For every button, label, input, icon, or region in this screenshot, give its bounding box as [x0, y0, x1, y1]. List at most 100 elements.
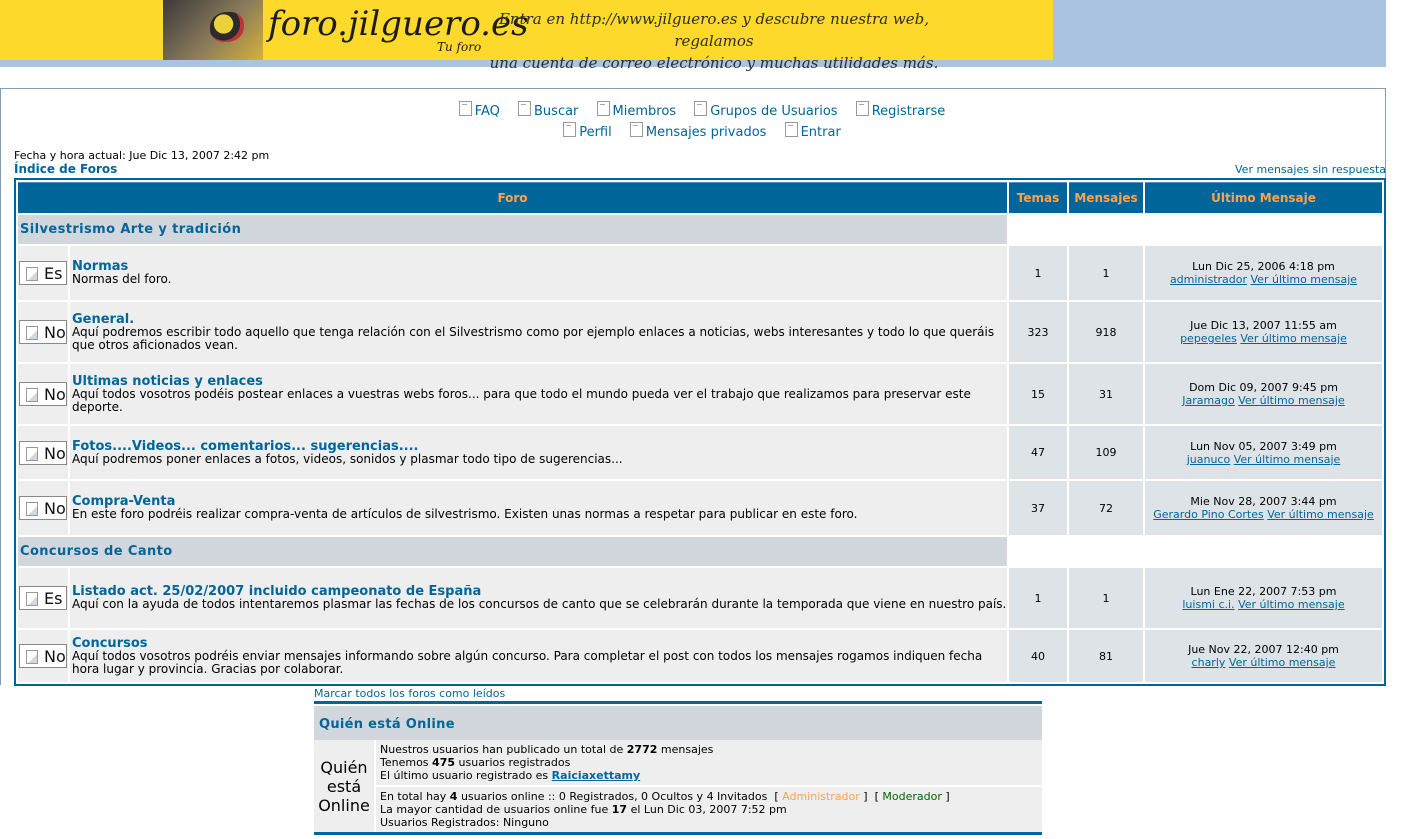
last-user-line: El último usuario registrado es Raiciaxe…	[380, 769, 1038, 782]
forum-posts-count: 1	[1069, 246, 1143, 300]
online-label: Quién está Online	[314, 740, 374, 832]
view-last-post-link[interactable]: Ver último mensaje	[1240, 332, 1347, 345]
forum-last-post: Lun Nov 05, 2007 3:49 pm juanuco Ver últi…	[1145, 426, 1382, 479]
online-count-post: usuarios online :: 0 Registrados, 0 Ocul…	[460, 790, 768, 803]
forum-icon-cell: No	[18, 426, 68, 479]
message-icon	[629, 122, 643, 137]
category-name[interactable]: Silvestrismo Arte y tradición	[20, 222, 241, 237]
forum-icon-cell: No	[18, 364, 68, 424]
forum-posts-count: 1	[1069, 568, 1143, 628]
last-post-user-link[interactable]: luismi c.i.	[1182, 598, 1234, 611]
banner-promo: Entra en http://www.jilguero.es y descub…	[484, 8, 944, 74]
admin-legend-open: [	[774, 790, 779, 803]
total-posts-line: Nuestros usuarios han publicado un total…	[380, 743, 1038, 756]
last-post-user-link[interactable]: Gerardo Pino Cortes	[1153, 508, 1263, 521]
forum-status-icon: No	[19, 382, 67, 406]
view-last-post-link[interactable]: Ver último mensaje	[1251, 273, 1358, 286]
admin-legend: Administrador	[782, 790, 860, 803]
search-icon	[518, 101, 532, 116]
forum-topics-count: 323	[1009, 302, 1067, 362]
view-last-post-link[interactable]: Ver último mensaje	[1234, 453, 1341, 466]
forum-row: Es Normas Normas del foro. 1 1 Lun Dic 25…	[18, 246, 1382, 300]
forum-status-icon: Es	[19, 586, 67, 610]
forum-topics-count: 15	[1009, 364, 1067, 424]
nav-members[interactable]: Miembros	[596, 101, 676, 119]
col-topics-header: Temas	[1009, 182, 1067, 213]
forum-posts-count: 72	[1069, 481, 1143, 535]
last-registered-user-link[interactable]: Raiciaxettamy	[552, 769, 641, 782]
banner-image[interactable]: foro.jilguero.es Tu foro Entra en http:/…	[0, 0, 1053, 72]
forum-row: No Fotos....Videos... comentarios... sug…	[18, 426, 1382, 479]
last-post-user-link[interactable]: administrador	[1170, 273, 1247, 286]
last-post-user-link[interactable]: Jaramago	[1182, 394, 1234, 407]
forum-last-post: Lun Dic 25, 2006 4:18 pm administrador Ve…	[1145, 246, 1382, 300]
broken-image-icon	[26, 267, 38, 281]
forum-last-post: Mie Nov 28, 2007 3:44 pm Gerardo Pino Cor…	[1145, 481, 1382, 535]
last-post-user-link[interactable]: charly	[1192, 656, 1226, 669]
forum-posts-count: 918	[1069, 302, 1143, 362]
icon-alt-text: No	[44, 647, 66, 666]
broken-image-icon	[26, 388, 38, 402]
profile-icon	[563, 122, 577, 137]
col-last-post-header: Último Mensaje	[1145, 182, 1382, 213]
forum-status-icon: No	[19, 496, 67, 520]
nav-groups[interactable]: Grupos de Usuarios	[694, 101, 838, 119]
view-last-post-link[interactable]: Ver último mensaje	[1267, 508, 1374, 521]
forum-last-post: Jue Dic 13, 2007 11:55 am pepegeles Ver ú…	[1145, 302, 1382, 362]
total-users-count: 475	[432, 756, 456, 769]
icon-alt-text: No	[44, 499, 66, 518]
nav-search[interactable]: Buscar	[518, 101, 578, 119]
nav-profile[interactable]: Perfil	[563, 122, 612, 140]
forum-description: En este foro podréis realizar compra-ven…	[72, 507, 858, 521]
category-title[interactable]: Concursos de Canto	[18, 537, 1007, 566]
forum-status-icon: No	[19, 644, 67, 668]
forum-last-post: Jue Nov 22, 2007 12:40 pm charly Ver últi…	[1145, 630, 1382, 682]
forum-last-post: Dom Dic 09, 2007 9:45 pm Jaramago Ver últ…	[1145, 364, 1382, 424]
forum-description: Aquí podremos escribir todo aquello que …	[72, 324, 995, 352]
total-users-post: usuarios registrados	[458, 756, 571, 769]
nav-pm[interactable]: Mensajes privados	[629, 122, 767, 140]
online-count-pre: En total hay	[380, 790, 447, 803]
nav-login[interactable]: Entrar	[784, 122, 841, 140]
last-post-user-link[interactable]: juanuco	[1187, 453, 1231, 466]
col-forum-header: Foro	[18, 182, 1007, 213]
last-post-user-link[interactable]: pepegeles	[1180, 332, 1237, 345]
icon-alt-text: No	[44, 385, 66, 404]
forum-main-cell: Ultimas noticias y enlaces Aquí todos vos…	[70, 364, 1007, 424]
category-title[interactable]: Silvestrismo Arte y tradición	[18, 215, 1007, 244]
members-icon	[596, 101, 610, 116]
view-last-post-link[interactable]: Ver último mensaje	[1238, 394, 1345, 407]
registered-online-line: Usuarios Registrados: Ninguno	[380, 816, 549, 829]
forum-row: No General. Aquí podremos escribir todo a…	[18, 302, 1382, 362]
forum-row: No Ultimas noticias y enlaces Aquí todos …	[18, 364, 1382, 424]
view-last-post-link[interactable]: Ver último mensaje	[1229, 656, 1336, 669]
category-name[interactable]: Concursos de Canto	[20, 544, 173, 559]
online-title[interactable]: Quién está Online	[319, 717, 455, 732]
total-users-line: Tenemos 475 usuarios registrados	[380, 756, 1038, 769]
max-online-post: el Lun Dic 03, 2007 7:52 pm	[630, 803, 787, 816]
nav-faq[interactable]: FAQ	[458, 101, 500, 119]
nav-pm-label: Mensajes privados	[645, 125, 767, 140]
mark-all-read-link[interactable]: Marcar todos los foros como leídos	[314, 687, 505, 700]
forum-name-link[interactable]: Normas	[72, 260, 1007, 273]
nav-row-1: FAQ Buscar Miembros Grupos de Usuarios R…	[0, 101, 1404, 119]
forum-index-link[interactable]: Índice de Foros	[14, 162, 117, 176]
total-posts-pre: Nuestros usuarios han publicado un total…	[380, 743, 624, 756]
login-icon	[784, 122, 798, 137]
category-spacer	[1009, 537, 1382, 566]
forum-row: Es Listado act. 25/02/2007 incluido camp…	[18, 568, 1382, 628]
current-datetime: Fecha y hora actual: Jue Dic 13, 2007 2:…	[14, 149, 270, 162]
forum-description: Aquí todos vosotros podéis postear enlac…	[72, 386, 971, 414]
forum-row: No Concursos Aquí todos vosotros podréis …	[18, 630, 1382, 682]
total-posts-count: 2772	[626, 743, 658, 756]
forum-posts-count: 31	[1069, 364, 1143, 424]
view-last-post-link[interactable]: Ver último mensaje	[1238, 598, 1345, 611]
nav-register[interactable]: Registrarse	[855, 101, 946, 119]
nav-login-label: Entrar	[800, 125, 841, 140]
forum-table: Foro Temas Mensajes Último Mensaje Silve…	[14, 178, 1386, 686]
unanswered-posts-link[interactable]: Ver mensajes sin respuesta	[1235, 163, 1386, 176]
nav-register-label: Registrarse	[871, 104, 946, 119]
forum-icon-cell: No	[18, 302, 68, 362]
forum-row: No Compra-Venta En este foro podréis real…	[18, 481, 1382, 535]
banner: foro.jilguero.es Tu foro Entra en http:/…	[0, 0, 1386, 72]
